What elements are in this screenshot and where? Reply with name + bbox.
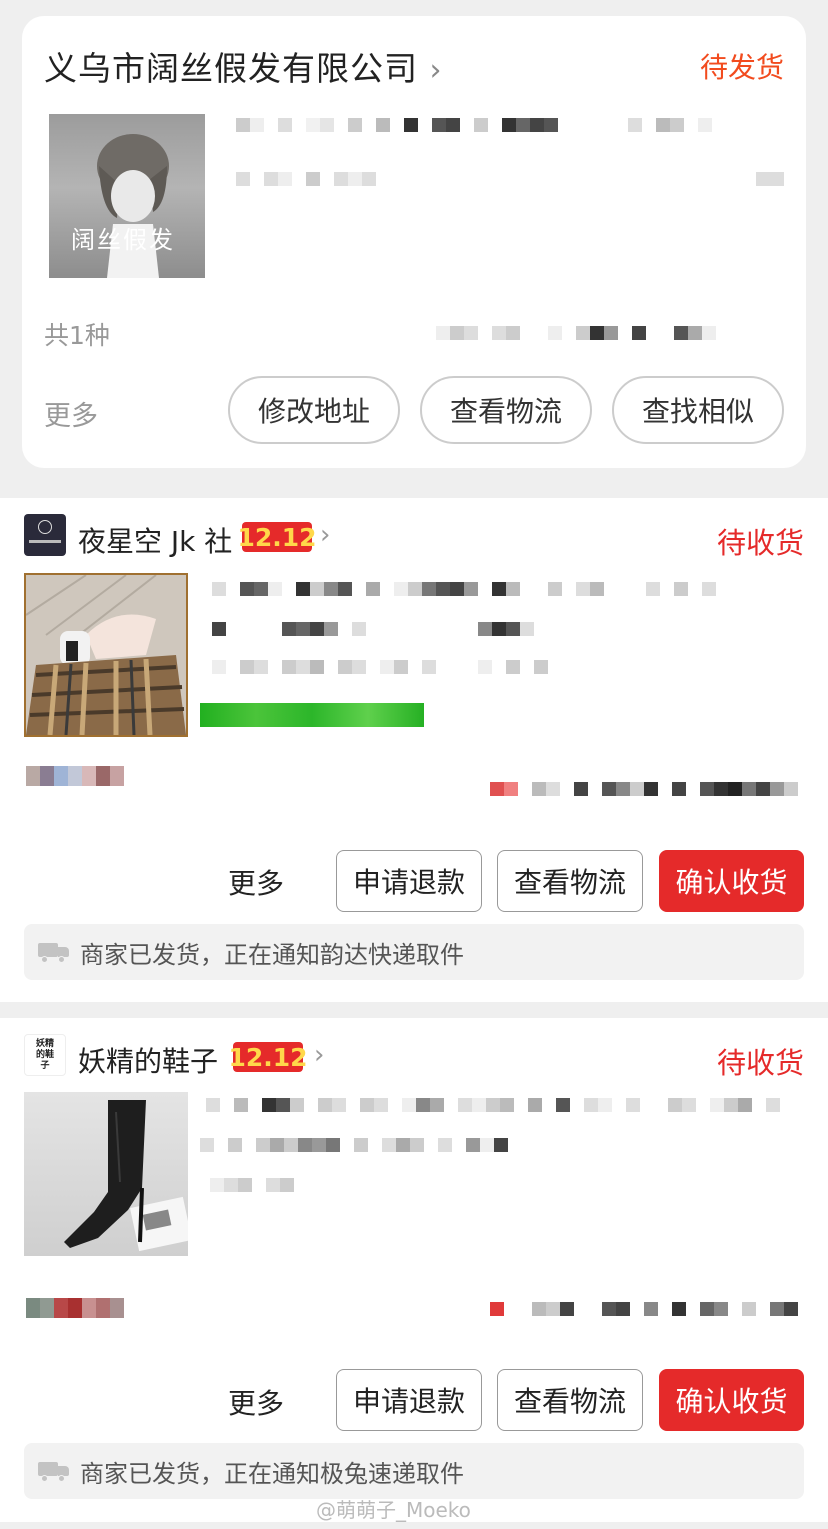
blurred-product-spec <box>210 1178 294 1192</box>
weibo-watermark: @萌萌子_Moeko <box>316 1498 471 1522</box>
blurred-product-title-2 <box>200 1138 508 1152</box>
shop-name-link[interactable]: 义乌市阔丝假发有限公司 › <box>44 42 443 90</box>
request-refund-button[interactable]: 申请退款 <box>336 1369 482 1431</box>
double-12-badge: 12.12 <box>237 522 317 552</box>
confirm-receipt-button[interactable]: 确认收货 <box>659 850 804 912</box>
logistics-notice-text: 商家已发货，正在通知极兔速递取件 <box>80 1459 464 1488</box>
view-logistics-button[interactable]: 查看物流 <box>497 1369 643 1431</box>
product-thumbnail[interactable]: 阔丝假发 <box>49 114 205 278</box>
chevron-right-icon: › <box>320 520 331 550</box>
blurred-product-spec <box>212 660 548 674</box>
shop-logo[interactable] <box>24 514 66 556</box>
more-link[interactable]: 更多 <box>228 1382 284 1422</box>
blurred-sku-thumbs <box>26 1298 124 1318</box>
shop-logo[interactable]: 妖精的鞋子 <box>24 1034 66 1076</box>
view-logistics-button[interactable]: 查看物流 <box>420 376 592 444</box>
request-refund-button[interactable]: 申请退款 <box>336 850 482 912</box>
blurred-product-title-2 <box>212 622 534 636</box>
blurred-price <box>490 782 798 796</box>
boot-image <box>64 1100 188 1252</box>
truck-icon <box>38 941 70 963</box>
product-thumbnail[interactable] <box>24 1092 188 1256</box>
logistics-notice[interactable]: 商家已发货，正在通知极兔速递取件 <box>24 1443 804 1499</box>
order-status: 待收货 <box>716 1046 804 1080</box>
blurred-green-tag <box>200 703 424 727</box>
order-card-2: 夜星空 Jk 社 12.12 › 待收货 更多 申请退款 查看物流 确认收货 商… <box>0 498 828 1002</box>
more-link[interactable]: 更多 <box>44 394 98 433</box>
order-status: 待收货 <box>716 526 804 560</box>
more-link[interactable]: 更多 <box>228 862 284 902</box>
modify-address-button[interactable]: 修改地址 <box>228 376 400 444</box>
shop-name[interactable]: 夜星空 Jk 社 <box>78 520 232 560</box>
double-12-badge: 12.12 <box>228 1042 308 1072</box>
chevron-right-icon: › <box>429 53 443 88</box>
product-thumbnail[interactable] <box>24 573 188 737</box>
shop-name[interactable]: 妖精的鞋子 <box>78 1040 218 1080</box>
thumbnail-watermark: 阔丝假发 <box>71 226 175 254</box>
find-similar-button[interactable]: 查找相似 <box>612 376 784 444</box>
item-count: 共1种 <box>44 321 110 350</box>
shop-name: 义乌市阔丝假发有限公司 <box>44 49 418 88</box>
blurred-total <box>436 326 716 340</box>
truck-icon <box>38 1460 70 1482</box>
logistics-notice[interactable]: 商家已发货，正在通知韵达快递取件 <box>24 924 804 980</box>
skirt-image <box>26 575 186 735</box>
blurred-product-spec <box>236 172 376 186</box>
order-status: 待发货 <box>699 51 784 84</box>
blurred-price <box>490 1302 798 1316</box>
view-logistics-button[interactable]: 查看物流 <box>497 850 643 912</box>
blurred-product-title <box>206 1098 780 1112</box>
logistics-notice-text: 商家已发货，正在通知韵达快递取件 <box>80 940 464 969</box>
blurred-sku-thumbs <box>26 766 124 786</box>
order-card-3: 妖精的鞋子 妖精的鞋子 12.12 › 待收货 更多 申请退款 查看物流 确认收… <box>0 1018 828 1522</box>
order-card-1: 义乌市阔丝假发有限公司 › 待发货 阔丝假发 共1种 更多 修改地址 查看物流 … <box>22 16 806 468</box>
blurred-price <box>756 172 784 186</box>
blurred-product-title <box>236 118 712 132</box>
chevron-right-icon: › <box>314 1040 325 1070</box>
confirm-receipt-button[interactable]: 确认收货 <box>659 1369 804 1431</box>
blurred-product-title <box>212 582 716 596</box>
shop-logo-text: 妖精的鞋子 <box>35 1038 54 1071</box>
